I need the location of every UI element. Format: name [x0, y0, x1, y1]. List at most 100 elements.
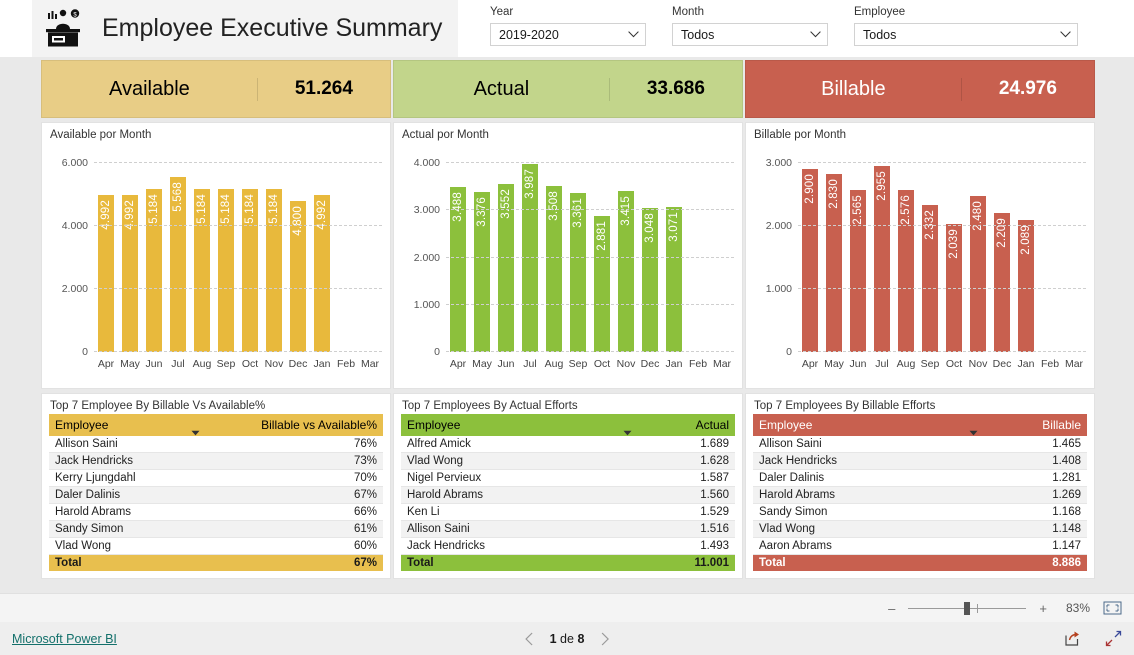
slicer-employee[interactable]: Employee Todos [842, 0, 1088, 55]
bar-slot[interactable]: 5.568 [166, 163, 190, 352]
kpi-card-billable[interactable]: Billable 24.976 [745, 60, 1095, 118]
bar-slot[interactable]: 3.071 [662, 163, 686, 352]
table-row[interactable]: Harold Abrams 1.269 [753, 486, 1087, 504]
bar[interactable]: 3.071 [665, 206, 683, 352]
chevron-left-icon[interactable] [525, 632, 534, 646]
bar[interactable]: 2.332 [921, 205, 939, 352]
bar[interactable]: 3.488 [449, 187, 467, 352]
bar-slot[interactable] [358, 163, 382, 352]
kpi-card-available[interactable]: Available 51.264 [41, 60, 391, 118]
table-row[interactable]: Daler Dalinis 1.281 [753, 469, 1087, 487]
bar-slot[interactable]: 3.415 [614, 163, 638, 352]
table-row[interactable]: Harold Abrams 1.560 [401, 486, 735, 504]
bar-slot[interactable]: 2.955 [870, 163, 894, 352]
bar[interactable]: 4.992 [97, 194, 115, 352]
bar[interactable]: 2.830 [825, 173, 843, 352]
bar[interactable]: 3.376 [473, 192, 491, 352]
table-billable-vs-available[interactable]: Employee Billable vs Available% Allison … [49, 414, 383, 571]
table-row[interactable]: Alfred Amick 1.689 [401, 436, 735, 453]
bar-chart-available[interactable]: 4.992 4.992 5.184 5.568 5.184 5.184 5.184 5.184… [42, 143, 390, 388]
bar-slot[interactable]: 2.565 [846, 163, 870, 352]
table-row[interactable]: Jack Hendricks 1.408 [753, 452, 1087, 470]
bar[interactable]: 3.048 [641, 207, 659, 352]
bar-slot[interactable] [1062, 163, 1086, 352]
bar[interactable]: 2.900 [801, 169, 819, 352]
bar[interactable]: 3.361 [569, 193, 587, 352]
bar[interactable]: 2.089 [1017, 220, 1035, 352]
bar-slot[interactable]: 2.039 [942, 163, 966, 352]
table-row[interactable]: Ken Li 1.529 [401, 503, 735, 521]
powerbi-brand-link[interactable]: Microsoft Power BI [12, 632, 117, 646]
bar-slot[interactable]: 2.576 [894, 163, 918, 352]
bar-slot[interactable]: 2.881 [590, 163, 614, 352]
bar-slot[interactable]: 4.992 [94, 163, 118, 352]
bar-slot[interactable]: 5.184 [214, 163, 238, 352]
table-row[interactable]: Harold Abrams 66% [49, 503, 383, 521]
bar-slot[interactable]: 3.361 [566, 163, 590, 352]
bar[interactable]: 5.184 [193, 188, 211, 352]
bar-slot[interactable] [334, 163, 358, 352]
bar[interactable]: 2.209 [993, 212, 1011, 352]
bar-slot[interactable] [1038, 163, 1062, 352]
table-row[interactable]: Sandy Simon 61% [49, 520, 383, 538]
table-row[interactable]: Allison Saini 1.465 [753, 436, 1087, 453]
bar[interactable]: 5.184 [265, 188, 283, 352]
bar-slot[interactable]: 5.184 [262, 163, 286, 352]
bar[interactable]: 4.992 [313, 194, 331, 352]
bar[interactable]: 5.184 [241, 188, 259, 352]
table-row[interactable]: Vlad Wong 1.628 [401, 452, 735, 470]
bar-slot[interactable]: 3.048 [638, 163, 662, 352]
table-row[interactable]: Vlad Wong 60% [49, 537, 383, 555]
table-row[interactable]: Jack Hendricks 1.493 [401, 537, 735, 555]
bar-slot[interactable]: 2.089 [1014, 163, 1038, 352]
bar-slot[interactable]: 4.992 [310, 163, 334, 352]
table-row[interactable]: Allison Saini 76% [49, 436, 383, 453]
table-row[interactable]: Aaron Abrams 1.147 [753, 537, 1087, 555]
bar-slot[interactable]: 3.552 [494, 163, 518, 352]
bar-slot[interactable]: 3.987 [518, 163, 542, 352]
zoom-slider-thumb[interactable] [963, 601, 970, 615]
table-row[interactable]: Vlad Wong 1.148 [753, 520, 1087, 538]
bar-slot[interactable]: 2.332 [918, 163, 942, 352]
bar-slot[interactable]: 2.900 [798, 163, 822, 352]
bar[interactable]: 2.881 [593, 215, 611, 352]
table-row[interactable]: Sandy Simon 1.168 [753, 503, 1087, 521]
bar-slot[interactable]: 2.480 [966, 163, 990, 352]
bar[interactable]: 3.508 [545, 186, 563, 352]
bar-slot[interactable]: 5.184 [142, 163, 166, 352]
table-row[interactable]: Daler Dalinis 67% [49, 486, 383, 504]
fullscreen-icon[interactable] [1105, 630, 1122, 647]
col-header-actual[interactable]: Actual [621, 414, 735, 436]
bar-slot[interactable]: 2.209 [990, 163, 1014, 352]
slicer-month[interactable]: Month Todos [660, 0, 838, 55]
bar[interactable]: 5.184 [217, 188, 235, 352]
kpi-card-actual[interactable]: Actual 33.686 [393, 60, 743, 118]
bar[interactable]: 2.576 [897, 189, 915, 352]
bar-chart-billable[interactable]: 2.900 2.830 2.565 2.955 2.576 2.332 2.039 2.480… [746, 143, 1094, 388]
col-header-billable-vs-available[interactable]: Billable vs Available% [189, 414, 383, 436]
bar[interactable]: 3.415 [617, 190, 635, 352]
bar-slot[interactable]: 5.184 [190, 163, 214, 352]
bar-chart-actual[interactable]: 3.488 3.376 3.552 3.987 3.508 3.361 2.881 3.415… [394, 143, 742, 388]
bar[interactable]: 2.480 [969, 195, 987, 352]
bar-slot[interactable] [686, 163, 710, 352]
slicer-employee-dropdown[interactable]: Todos [854, 23, 1078, 46]
chevron-right-icon[interactable] [600, 632, 609, 646]
share-icon[interactable] [1064, 630, 1081, 647]
bar-slot[interactable]: 5.184 [238, 163, 262, 352]
bar-slot[interactable]: 3.488 [446, 163, 470, 352]
table-row[interactable]: Nigel Pervieux 1.587 [401, 469, 735, 487]
bar[interactable]: 2.955 [873, 165, 891, 352]
col-header-employee[interactable]: Employee [49, 414, 189, 436]
table-row[interactable]: Jack Hendricks 73% [49, 452, 383, 470]
bar-slot[interactable]: 4.992 [118, 163, 142, 352]
bar[interactable]: 3.987 [521, 163, 539, 352]
col-header-employee[interactable]: Employee [753, 414, 967, 436]
bar[interactable]: 4.800 [289, 200, 307, 352]
slicer-year[interactable]: Year 2019-2020 [478, 0, 656, 55]
bar[interactable]: 2.565 [849, 190, 867, 352]
table-row[interactable]: Kerry Ljungdahl 70% [49, 469, 383, 487]
bar-slot[interactable] [710, 163, 734, 352]
table-actual-efforts[interactable]: Employee Actual Alfred Amick 1.689 Vlad Wo… [401, 414, 735, 571]
zoom-in-button[interactable]: + [1039, 601, 1047, 616]
